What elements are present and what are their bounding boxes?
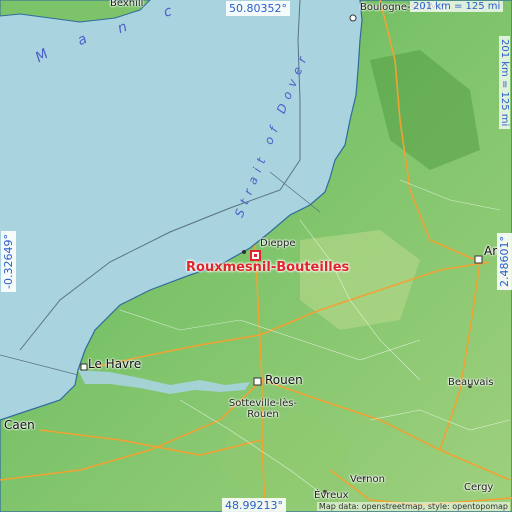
- city-dot-amiens: [474, 255, 483, 264]
- city-label-bexhill: Bexhill: [110, 0, 144, 9]
- city-dot-boulogne: [349, 14, 357, 22]
- map-viewport[interactable]: M a n c Strait of Dover Boulogne-sur-Mer…: [0, 0, 512, 512]
- coord-bottom: 48.99213°: [222, 498, 286, 512]
- place-label: Rouxmesnil-Bouteilles: [186, 260, 350, 275]
- map-attribution: Map data: openstreetmap, style: opentopo…: [316, 502, 510, 511]
- terrain-map: [0, 0, 512, 512]
- scale-bar-top: 201 km = 125 mi: [410, 1, 504, 12]
- city-label-beauvais: Beauvais: [448, 377, 494, 388]
- city-label-le-havre: Le Havre: [88, 357, 142, 371]
- city-label-sotteville: Sotteville-lès-Rouen: [228, 398, 298, 420]
- scale-bar-right: 201 km = 125 mi: [499, 36, 510, 130]
- city-label-cergy: Cergy: [464, 482, 494, 493]
- city-dot-le-havre: [80, 363, 88, 371]
- city-label-rouen: Rouen: [265, 373, 303, 387]
- city-label-dieppe: Dieppe: [260, 238, 296, 249]
- place-marker[interactable]: [250, 250, 261, 261]
- city-label-evreux: Évreux: [314, 490, 349, 501]
- coord-right: 2.48601°: [497, 233, 512, 290]
- city-label-vernon: Vernon: [350, 474, 385, 485]
- city-dot-dieppe: [242, 250, 246, 254]
- coord-top: 50.80352°: [226, 1, 290, 16]
- city-dot-rouen: [253, 377, 262, 386]
- coord-left: -0.32649°: [1, 231, 16, 292]
- city-label-caen: Caen: [4, 418, 35, 432]
